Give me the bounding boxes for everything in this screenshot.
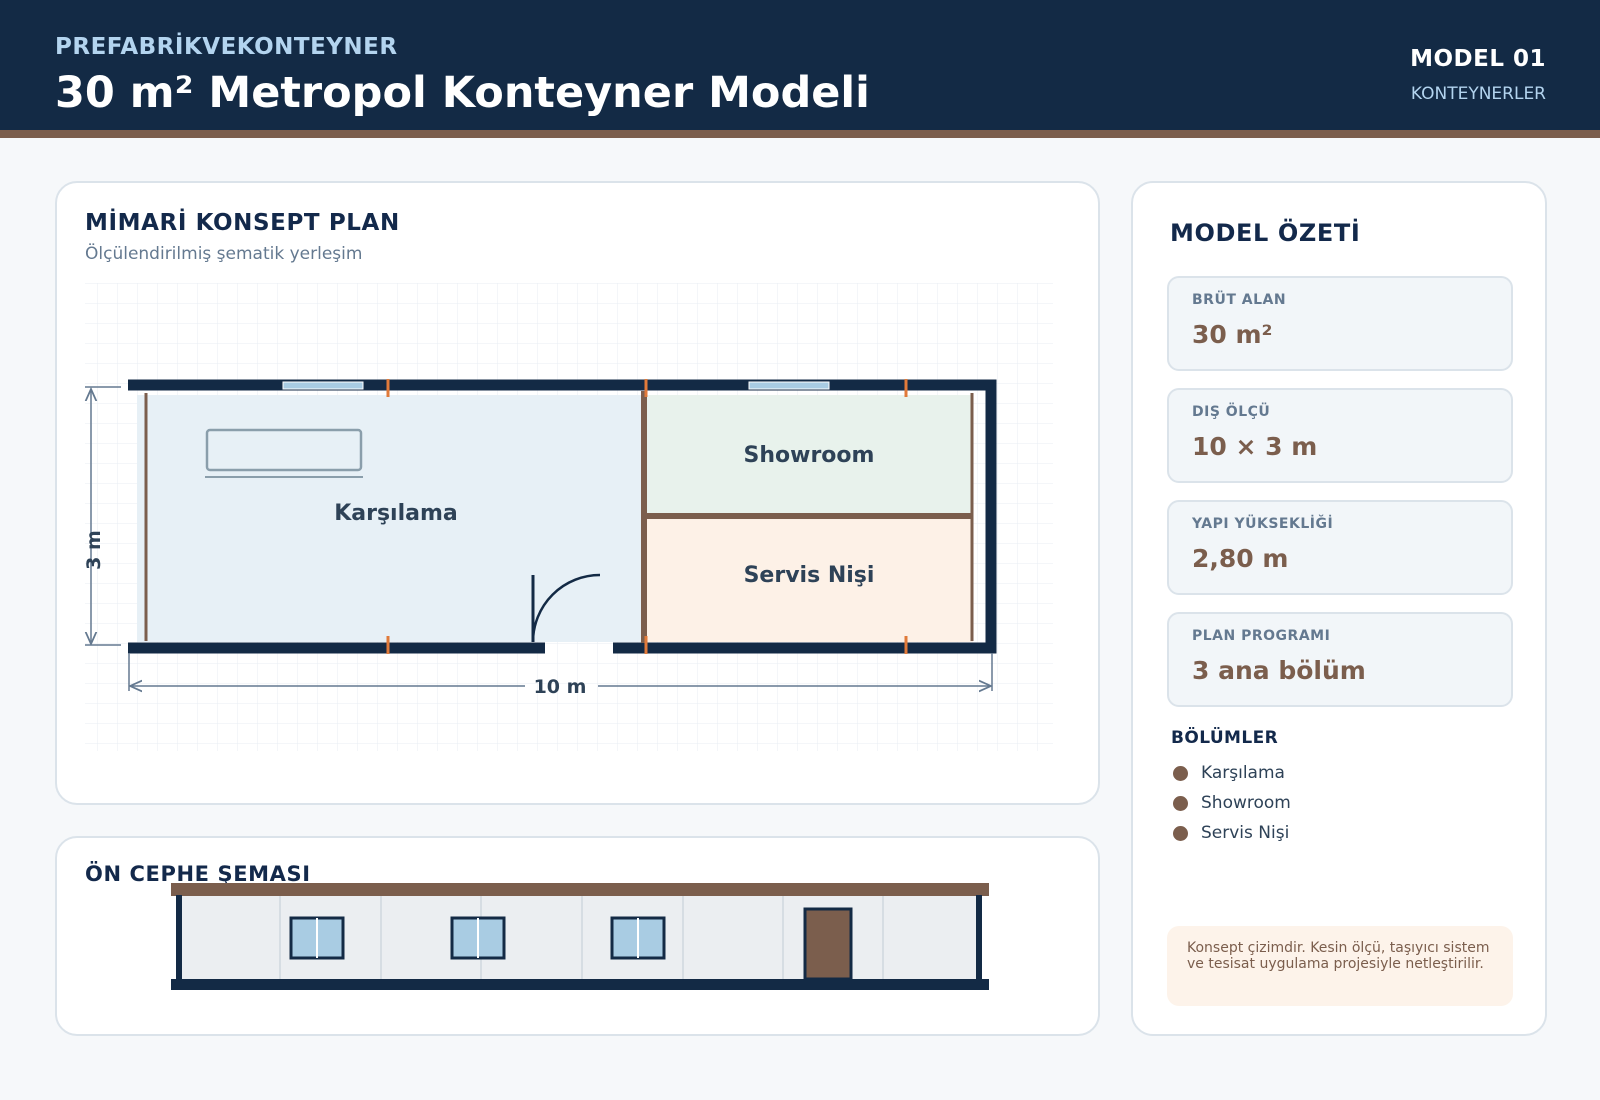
model-category: KONTEYNERLER bbox=[1410, 84, 1546, 104]
brand-name: PREFABRİKVEKONTEYNER bbox=[55, 34, 398, 60]
section-item-label: Servis Nişi bbox=[1201, 823, 1290, 843]
floor-plan-card: MİMARİ KONSEPT PLAN Ölçülendirilmiş şema… bbox=[55, 181, 1100, 805]
model-summary-card: MODEL ÖZETİ BRÜT ALAN 30 m² DIŞ ÖLÇÜ 10 … bbox=[1131, 181, 1547, 1036]
sections-heading: BÖLÜMLER bbox=[1171, 728, 1279, 748]
front-elevation-drawing bbox=[171, 883, 989, 990]
stat-value: 30 m² bbox=[1192, 320, 1273, 349]
bullet-dot-icon bbox=[1173, 796, 1188, 811]
bullet-dot-icon bbox=[1173, 826, 1188, 841]
stat-plan-program: PLAN PROGRAMI 3 ana bölüm bbox=[1167, 612, 1513, 707]
model-summary-title: MODEL ÖZETİ bbox=[1170, 219, 1361, 247]
section-item-label: Karşılama bbox=[1201, 763, 1285, 783]
concept-note: Konsept çizimdir. Kesin ölçü, taşıyıcı s… bbox=[1167, 926, 1513, 1006]
stat-value: 3 ana bölüm bbox=[1192, 656, 1366, 685]
stat-value: 10 × 3 m bbox=[1192, 432, 1318, 461]
model-number: MODEL 01 bbox=[1410, 46, 1546, 72]
stat-building-height: YAPI YÜKSEKLİĞİ 2,80 m bbox=[1167, 500, 1513, 595]
sections-list: Karşılama Showroom Servis Nişi bbox=[1173, 758, 1291, 848]
dimension-label-width: 10 m bbox=[534, 676, 587, 698]
stat-gross-area: BRÜT ALAN 30 m² bbox=[1167, 276, 1513, 371]
bullet-dot-icon bbox=[1173, 766, 1188, 781]
section-item-label: Showroom bbox=[1201, 793, 1291, 813]
stat-label: YAPI YÜKSEKLİĞİ bbox=[1192, 516, 1334, 532]
base-band bbox=[171, 979, 989, 990]
stat-value: 2,80 m bbox=[1192, 544, 1289, 573]
stat-label: BRÜT ALAN bbox=[1192, 292, 1287, 308]
section-item: Karşılama bbox=[1173, 758, 1291, 788]
window-plan-1 bbox=[282, 381, 364, 390]
stat-outer-dimensions: DIŞ ÖLÇÜ 10 × 3 m bbox=[1167, 388, 1513, 483]
facade-door bbox=[803, 907, 853, 981]
front-elevation-card: ÖN CEPHE ŞEMASI bbox=[55, 836, 1100, 1036]
page-header: PREFABRİKVEKONTEYNER 30 m² Metropol Kont… bbox=[0, 0, 1600, 138]
stat-label: PLAN PROGRAMI bbox=[1192, 628, 1331, 644]
section-item: Servis Nişi bbox=[1173, 818, 1291, 848]
dimension-label-depth: 3 m bbox=[83, 530, 105, 570]
room-label-reception: Karşılama bbox=[334, 501, 458, 526]
room-label-service: Servis Nişi bbox=[744, 563, 875, 588]
stat-label: DIŞ ÖLÇÜ bbox=[1192, 404, 1271, 420]
roof-band bbox=[171, 883, 989, 896]
floor-plan-drawing: Karşılama Showroom Servis Nişi 10 m 3 m bbox=[83, 283, 1053, 751]
window-plan-2 bbox=[748, 381, 830, 390]
section-item: Showroom bbox=[1173, 788, 1291, 818]
room-label-showroom: Showroom bbox=[744, 443, 875, 468]
page-title: 30 m² Metropol Konteyner Modeli bbox=[55, 68, 870, 118]
